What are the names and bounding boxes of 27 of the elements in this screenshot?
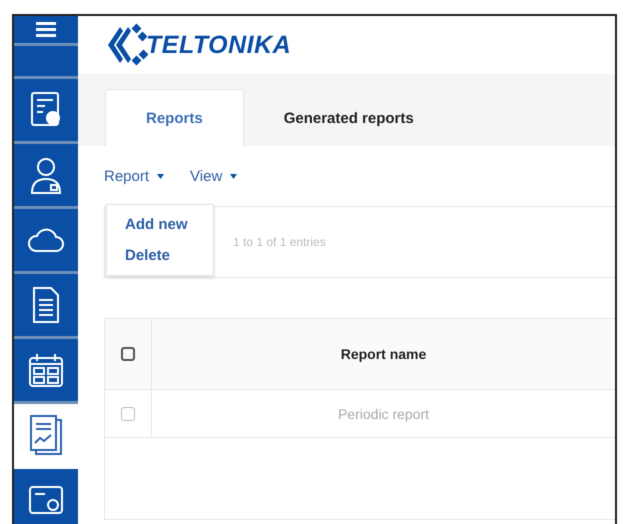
menu-button[interactable]: View bbox=[190, 168, 238, 185]
caret-icon bbox=[230, 174, 238, 179]
card-icon bbox=[28, 485, 64, 515]
caret-icon bbox=[157, 174, 164, 179]
dropdown-item[interactable]: Delete bbox=[107, 240, 213, 271]
checkbox[interactable] bbox=[121, 347, 135, 361]
document-icon bbox=[32, 286, 60, 324]
sidebar-item[interactable] bbox=[14, 209, 78, 274]
brand-name: TELTONIKA bbox=[146, 30, 292, 60]
column-header: Report name bbox=[340, 345, 428, 364]
sidebar-item[interactable] bbox=[14, 274, 78, 339]
checkbox[interactable] bbox=[121, 406, 135, 420]
sidebar-item[interactable] bbox=[14, 469, 78, 524]
tab[interactable]: Generated reports bbox=[244, 90, 454, 146]
user-icon bbox=[29, 155, 63, 195]
menu-button[interactable]: Report bbox=[104, 168, 164, 185]
entries-info: 1 to 1 of 1 entries bbox=[233, 235, 326, 249]
report-chart-icon bbox=[29, 414, 63, 456]
sidebar-item[interactable] bbox=[14, 144, 78, 209]
table-cell-text: Periodic report bbox=[336, 404, 430, 424]
sidebar-item[interactable] bbox=[14, 79, 78, 144]
calendar-icon bbox=[28, 352, 64, 388]
dropdown-item[interactable]: Add new bbox=[107, 209, 213, 240]
menu-icon[interactable] bbox=[36, 21, 56, 38]
cloud-icon bbox=[28, 227, 64, 253]
tab[interactable]: Reports bbox=[105, 89, 244, 146]
sidebar-item[interactable] bbox=[14, 339, 78, 404]
